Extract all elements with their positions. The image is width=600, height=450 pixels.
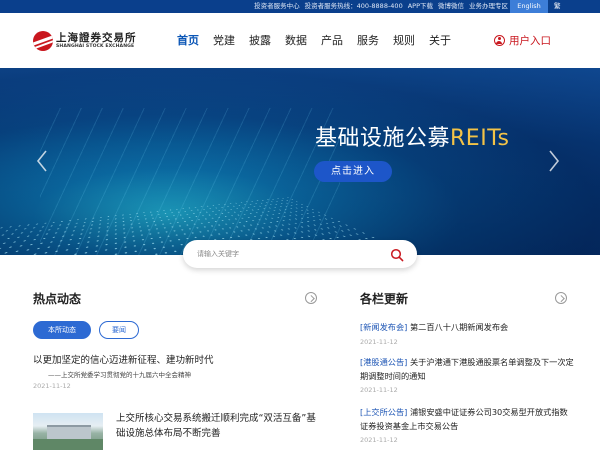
update-item[interactable]: [港股通公告] 关于沪港通下港股通股票名单调整及下一次定期调整时间的通知 [360, 356, 575, 383]
language-english-button[interactable]: English [510, 0, 548, 13]
main-header: 上海證券交易所 SHANGHAI STOCK EXCHANGE 首页 党建 披露… [0, 13, 600, 68]
user-icon [494, 35, 505, 46]
nav-home[interactable]: 首页 [177, 13, 199, 68]
utility-link-app-download[interactable]: APP下载 [408, 0, 433, 13]
update-item[interactable]: [新闻发布会] 第二百八十八期新闻发布会 [360, 321, 575, 335]
update-item-tag: [上交所公告] [360, 407, 408, 417]
update-item-date: 2021-11-12 [360, 338, 398, 346]
banner-prev-arrow-icon[interactable] [36, 150, 48, 172]
nav-disclosure[interactable]: 披露 [249, 13, 271, 68]
hot-news-item-date: 2021-11-12 [33, 382, 71, 390]
hot-news-item-title[interactable]: 以更加坚定的信心迈进新征程、建功新时代 [33, 352, 214, 366]
nav-services[interactable]: 服务 [357, 13, 379, 68]
sse-logo-icon [33, 31, 53, 51]
sse-logo[interactable]: 上海證券交易所 SHANGHAI STOCK EXCHANGE [33, 31, 137, 51]
hot-news-more-icon[interactable] [305, 292, 317, 304]
nav-rules[interactable]: 规则 [393, 13, 415, 68]
banner-enter-button[interactable]: 点击进入 [314, 161, 392, 182]
top-utility-bar: 投资者服务中心 投资者服务热线：400-8888-400 APP下载 微博微信 … [0, 0, 600, 13]
banner-title-reits: REITs [450, 126, 510, 151]
update-item-tag: [新闻发布会] [360, 322, 408, 332]
logo-chinese-name: 上海證券交易所 [56, 32, 137, 44]
banner-title: 基础设施公募REITs [315, 120, 509, 152]
hot-news-item-subtitle: ——上交所党委学习贯彻党的十九届六中全会精神 [48, 371, 191, 379]
language-traditional-button[interactable]: 繁 [548, 0, 600, 13]
banner-title-main: 基础设施公募 [315, 126, 451, 151]
update-item-tag: [港股通公告] [360, 357, 408, 367]
tab-headlines[interactable]: 要闻 [99, 321, 139, 339]
search-box [183, 240, 417, 268]
nav-products[interactable]: 产品 [321, 13, 343, 68]
utility-link-hotline[interactable]: 投资者服务热线：400-8888-400 [305, 0, 403, 13]
utility-link-investor-center[interactable]: 投资者服务中心 [254, 0, 300, 13]
nav-party[interactable]: 党建 [213, 13, 235, 68]
hot-news-title: 热点动态 [33, 292, 82, 306]
search-input[interactable] [197, 246, 377, 262]
tab-sse-news[interactable]: 本所动态 [33, 321, 91, 339]
hot-news-item-title[interactable]: 上交所核心交易系统搬迁顺利完成“双活互备”基础设施总体布局不断完善 [116, 411, 322, 441]
update-item-text: 第二百八十八期新闻发布会 [409, 322, 509, 332]
nav-data[interactable]: 数据 [285, 13, 307, 68]
utility-links: 投资者服务中心 投资者服务热线：400-8888-400 APP下载 微博微信 … [254, 0, 508, 13]
updates-more-icon[interactable] [555, 292, 567, 304]
update-item[interactable]: [上交所公告] 浦银安盛中证证券公司30交易型开放式指数证券投资基金上市交易公告 [360, 406, 575, 433]
search-icon[interactable] [390, 247, 404, 262]
updates-title: 各栏更新 [360, 292, 409, 306]
main-nav: 首页 党建 披露 数据 产品 服务 规则 关于 [177, 13, 465, 68]
nav-about[interactable]: 关于 [429, 13, 451, 68]
update-item-date: 2021-11-12 [360, 436, 398, 444]
logo-english-name: SHANGHAI STOCK EXCHANGE [56, 44, 135, 49]
utility-link-weibo-wechat[interactable]: 微博微信 [438, 0, 464, 13]
user-entry-label: 用户入口 [509, 35, 551, 47]
news-thumbnail[interactable] [33, 413, 103, 450]
utility-link-business-zone[interactable]: 业务办理专区 [469, 0, 508, 13]
update-item-date: 2021-11-12 [360, 386, 398, 394]
banner-next-arrow-icon[interactable] [548, 150, 560, 172]
user-entry-button[interactable]: 用户入口 [494, 33, 551, 48]
hero-banner[interactable] [0, 68, 600, 255]
